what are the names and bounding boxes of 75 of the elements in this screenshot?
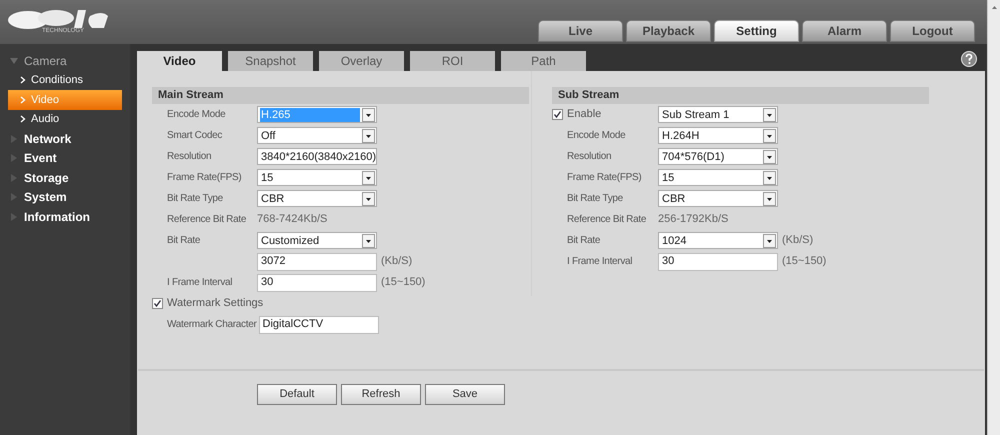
- dropdown[interactable]: Customized: [257, 232, 377, 249]
- unit-label: (15~150): [782, 254, 826, 270]
- field-label: Frame Rate(FPS): [567, 171, 642, 185]
- settings-tab[interactable]: Overlay: [319, 51, 404, 71]
- field-label: Resolution: [567, 150, 612, 164]
- expand-right-icon: [10, 134, 18, 143]
- field-label: I Frame Interval: [167, 276, 234, 290]
- scrollbar[interactable]: [987, 0, 1000, 435]
- settings-tab[interactable]: Snapshot: [228, 51, 313, 71]
- dropdown[interactable]: 704*576(D1): [658, 148, 778, 165]
- field-label: Bit Rate: [567, 234, 602, 248]
- checkbox[interactable]: [552, 109, 563, 120]
- nav-tab[interactable]: Setting: [714, 20, 799, 42]
- unit-label: (15~150): [381, 275, 426, 290]
- form-button[interactable]: Save: [425, 384, 505, 405]
- field-label: I Frame Interval: [567, 255, 634, 269]
- sidebar-item[interactable]: Event: [0, 148, 130, 168]
- chevron-right-icon: [20, 76, 26, 84]
- checkbox-label: Enable: [567, 107, 602, 122]
- expand-right-icon: [10, 212, 18, 221]
- settings-tab[interactable]: ROI: [410, 51, 495, 71]
- sidebar-item[interactable]: Network: [0, 129, 130, 148]
- reference-value: 256-1792Kb/S: [658, 212, 728, 228]
- field-label: Frame Rate(FPS): [167, 171, 242, 185]
- nav-tab[interactable]: Live: [538, 20, 623, 42]
- sidebar-item[interactable]: Storage: [0, 168, 130, 188]
- nav-tab[interactable]: Playback: [626, 20, 711, 42]
- settings-tab[interactable]: Video: [137, 51, 222, 71]
- input-field[interactable]: 3072: [257, 252, 377, 270]
- expand-down-icon: [10, 56, 18, 65]
- sidebar-item[interactable]: System: [0, 188, 130, 207]
- unit-label: (Kb/S): [381, 254, 412, 270]
- form-button[interactable]: Default: [257, 384, 337, 405]
- field-label: Watermark Character: [167, 318, 258, 332]
- dropdown[interactable]: Sub Stream 1: [658, 106, 778, 123]
- help-icon[interactable]: [961, 51, 977, 67]
- field-label: Resolution: [167, 150, 212, 164]
- chevron-right-icon: [20, 115, 26, 124]
- settings-tab[interactable]: Path: [501, 51, 586, 71]
- field-label: Encode Mode: [567, 129, 626, 143]
- dropdown[interactable]: Off: [257, 127, 377, 144]
- dropdown[interactable]: H.264H: [658, 127, 778, 144]
- expand-right-icon: [10, 174, 18, 182]
- sidebar-subitem[interactable]: Conditions: [8, 70, 122, 90]
- unit-label: (Kb/S): [782, 233, 814, 248]
- field-label: Smart Codec: [167, 129, 224, 143]
- section-header: Main Stream: [152, 87, 529, 104]
- field-label: Reference Bit Rate: [567, 213, 648, 227]
- sidebar-item[interactable]: Camera: [0, 51, 130, 70]
- input-field[interactable]: 30: [658, 252, 778, 270]
- expand-right-icon: [10, 154, 18, 162]
- section-header: Sub Stream: [552, 87, 929, 104]
- field-label: Encode Mode: [167, 108, 226, 122]
- chevron-right-icon: [20, 96, 26, 104]
- dropdown[interactable]: 1024: [658, 232, 778, 249]
- form-button[interactable]: Refresh: [341, 384, 421, 405]
- nav-tab[interactable]: Alarm: [802, 20, 887, 42]
- checkbox[interactable]: [152, 298, 163, 309]
- dropdown[interactable]: 3840*2160(3840x2160): [257, 148, 377, 165]
- sidebar-item[interactable]: Information: [0, 207, 130, 226]
- nav-tab[interactable]: Logout: [890, 20, 975, 42]
- field-label: Bit Rate: [167, 234, 202, 248]
- dropdown[interactable]: 15: [257, 169, 377, 186]
- field-label: Bit Rate Type: [567, 192, 624, 206]
- dropdown[interactable]: 15: [658, 169, 778, 186]
- input-field[interactable]: DigitalCCTV: [258, 316, 379, 334]
- expand-right-icon: [10, 193, 18, 202]
- field-label: Bit Rate Type: [167, 192, 224, 206]
- dropdown[interactable]: CBR: [658, 190, 778, 207]
- sidebar-subitem[interactable]: Audio: [8, 110, 122, 129]
- input-field[interactable]: 30: [257, 274, 377, 292]
- field-label: Reference Bit Rate: [167, 213, 248, 227]
- checkbox-label: Watermark Settings: [167, 296, 264, 312]
- dropdown[interactable]: CBR: [257, 190, 377, 207]
- reference-value: 768-7424Kb/S: [257, 212, 328, 228]
